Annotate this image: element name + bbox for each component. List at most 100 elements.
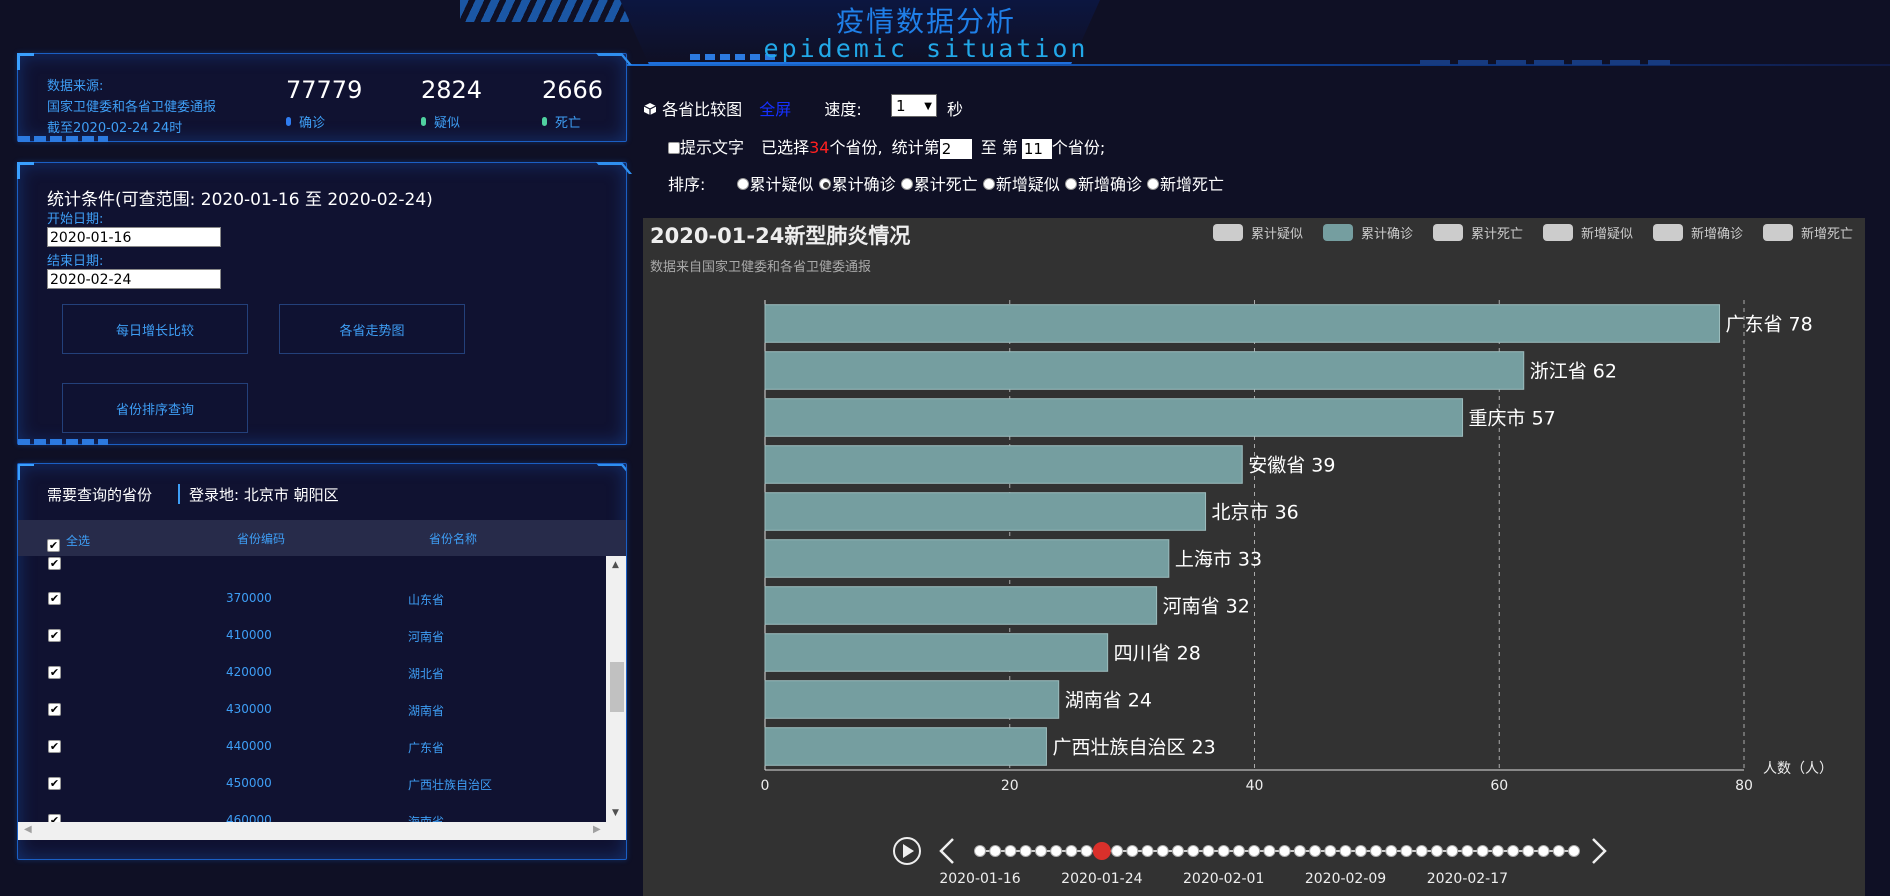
radio-icon [900,178,913,190]
horizontal-scrollbar[interactable]: ◀ ▶ [18,822,626,840]
end-date-input[interactable]: 2020-02-24 [47,269,221,289]
as-of-date: 截至2020-02-24 24时 [47,121,183,136]
bar[interactable] [764,492,1207,531]
start-date-input[interactable]: 2020-01-16 [47,227,221,247]
row-checkbox[interactable]: ✔ [48,556,61,570]
hint-checkbox[interactable] [668,142,680,154]
timeline-point[interactable] [1568,845,1580,857]
timeline-point[interactable] [1415,845,1428,857]
timeline-point[interactable] [1278,845,1291,857]
province-ranking-button[interactable]: 省份排序查询 [62,383,248,433]
row-checkbox[interactable]: ✔ [48,628,61,642]
timeline-point[interactable] [1263,845,1276,857]
timeline-point[interactable] [1248,845,1261,857]
timeline-point[interactable] [1187,845,1200,857]
confirmed-label: 确诊 [299,116,326,131]
sort-option[interactable]: 累计确诊 [818,175,896,194]
sort-option-label: 累计死亡 [913,175,978,194]
bar-label: 广东省 78 [1726,314,1813,336]
timeline-point[interactable] [1324,845,1337,857]
bar[interactable] [764,727,1047,766]
table-row: ✔ 440000 广东省 [18,727,606,764]
timeline-point[interactable] [1430,845,1443,857]
timeline-point[interactable] [1537,845,1550,857]
bar[interactable] [764,586,1158,625]
bar[interactable] [764,680,1060,719]
bar[interactable] [764,351,1525,390]
vertical-scrollbar[interactable]: ▲ ▼ [606,556,626,822]
table-row: ✔ 430000 湖南省 [18,690,606,727]
timeline-point[interactable] [1156,845,1169,857]
timeline-current-point[interactable] [1092,842,1111,860]
timeline-point[interactable] [1354,845,1367,857]
province-trend-button[interactable]: 各省走势图 [279,304,465,354]
bar[interactable] [764,304,1721,343]
sort-option[interactable]: 新增死亡 [1147,175,1224,194]
timeline-point[interactable] [1141,845,1154,857]
radio-icon [982,178,995,190]
scroll-up-icon[interactable]: ▲ [612,560,619,570]
scroll-left-icon[interactable]: ◀ [24,824,32,835]
timeline-point[interactable] [1004,845,1017,857]
range-to-input[interactable]: 11 [1021,138,1052,159]
province-panel-title: 需要查询的省份 [47,486,153,504]
table-row: ✔ 460000 海南省 [18,801,606,824]
timeline-point[interactable] [1491,845,1504,857]
timeline-point[interactable] [1400,845,1413,857]
source-name: 国家卫健委和各省卫健委通报 [47,100,217,115]
timeline-point[interactable] [1370,845,1382,857]
sort-option[interactable]: 新增疑似 [982,175,1060,194]
timeline-point[interactable] [1522,845,1535,857]
bar[interactable] [764,445,1243,484]
timeline-point[interactable] [1461,845,1474,857]
timeline-point[interactable] [1202,845,1215,857]
hint-label: 提示文字 [680,138,745,157]
timeline-point[interactable] [1019,845,1032,857]
row-checkbox[interactable]: ✔ [48,591,61,605]
timeline-point[interactable] [1126,845,1139,857]
bar[interactable] [764,633,1109,672]
row-checkbox[interactable]: ✔ [48,739,61,753]
row-checkbox[interactable]: ✔ [48,776,61,790]
prev-icon[interactable] [939,838,954,864]
fullscreen-link[interactable]: 全屏 [759,100,791,119]
timeline-point[interactable] [1111,845,1124,857]
range-from-input[interactable]: 2 [939,138,972,159]
radio-icon [736,178,749,190]
confirmed-dot-icon [286,117,291,126]
row-checkbox[interactable]: ✔ [48,665,61,679]
timeline-point[interactable] [1552,845,1565,857]
timeline-point[interactable] [1507,845,1520,857]
sort-option[interactable]: 累计疑似 [736,175,814,194]
timeline-point[interactable] [1476,845,1489,857]
sort-option[interactable]: 累计死亡 [900,175,978,194]
sort-option[interactable]: 新增确诊 [1064,175,1142,194]
timeline-point[interactable] [1065,845,1078,857]
timeline-point[interactable] [1172,845,1184,857]
timeline-point[interactable] [1050,845,1063,857]
timeline-point[interactable] [1080,845,1093,857]
timeline-point[interactable] [1339,845,1352,857]
next-icon[interactable] [1592,838,1607,864]
timeline-point[interactable] [974,845,986,857]
bar[interactable] [764,398,1464,437]
timeline-point[interactable] [1446,845,1459,857]
timeline-point[interactable] [1293,845,1306,857]
timeline-point[interactable] [1385,845,1398,857]
scroll-right-icon[interactable]: ▶ [593,824,601,835]
timeline-point[interactable] [1309,845,1322,857]
daily-growth-button[interactable]: 每日增长比较 [62,304,248,354]
timeline-point[interactable] [1217,845,1230,857]
bar[interactable] [764,539,1170,578]
scroll-down-icon[interactable]: ▼ [612,808,619,818]
speed-select[interactable]: 1 ▼ [891,94,937,117]
cube-icon [643,101,657,115]
timeline-point[interactable] [989,845,1002,857]
timeline-point[interactable] [1232,845,1245,857]
death-label: 死亡 [555,116,582,131]
row-checkbox[interactable]: ✔ [48,702,61,716]
scrollbar-thumb[interactable] [610,662,624,712]
bar-label: 重庆市 57 [1469,408,1556,430]
timeline-point[interactable] [1034,845,1047,857]
timeline-date-label: 2020-02-09 [1305,871,1386,887]
